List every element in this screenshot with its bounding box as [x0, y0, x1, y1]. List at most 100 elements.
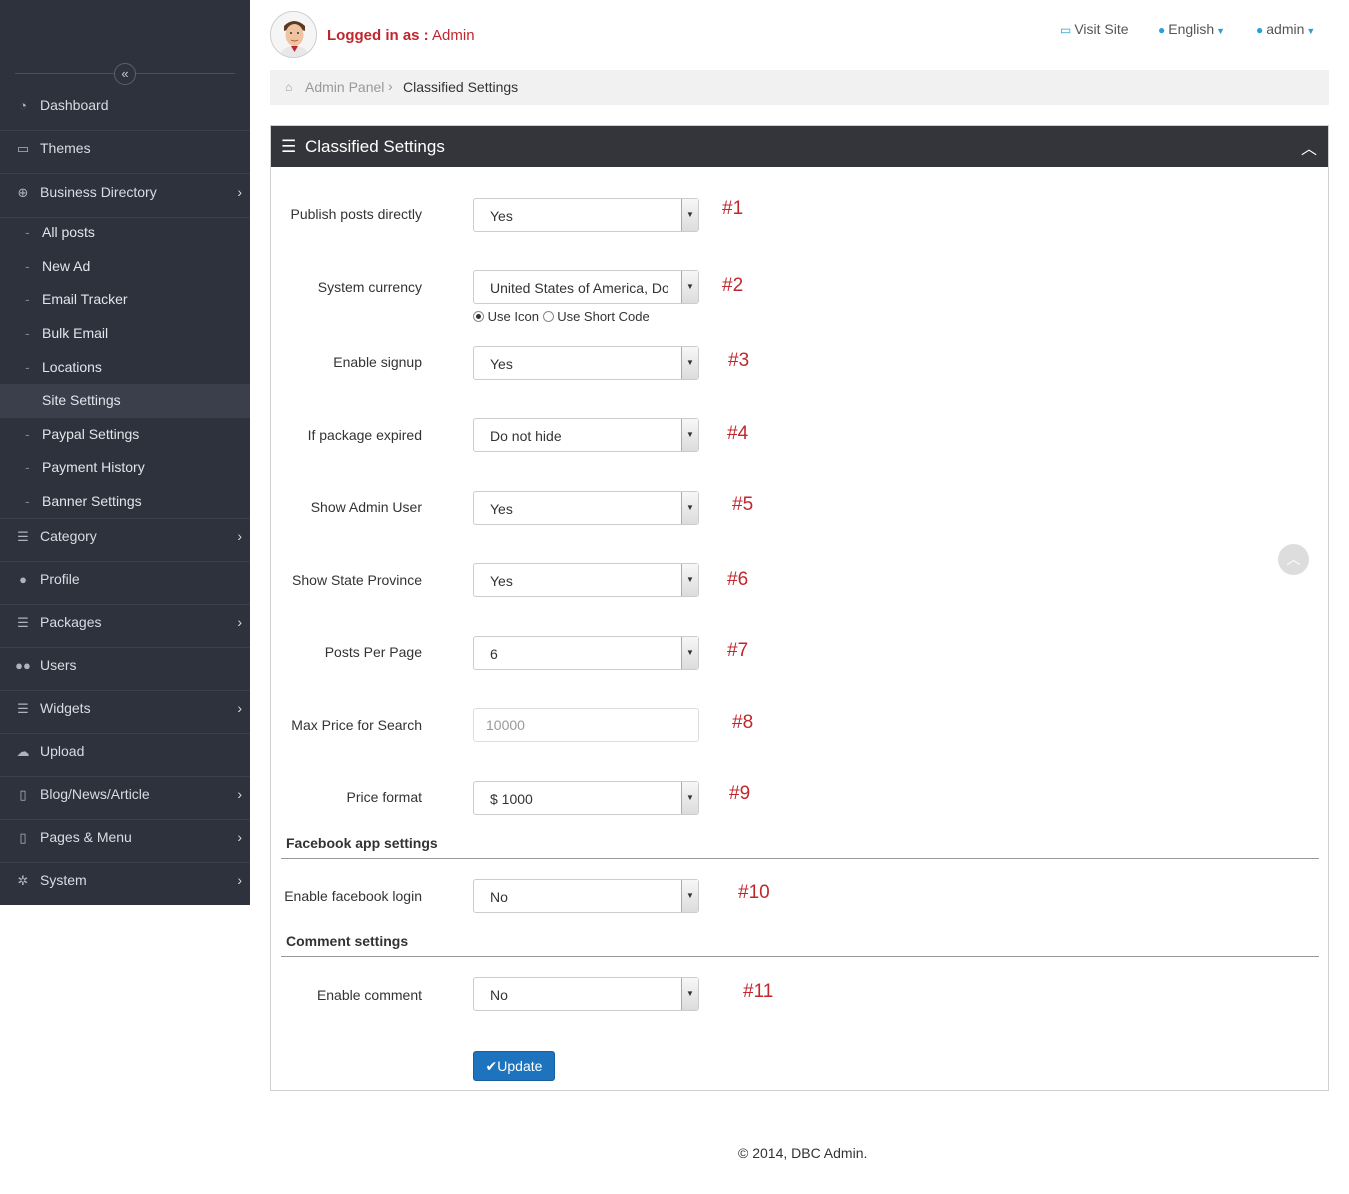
panel-title: Classified Settings [305, 137, 445, 156]
sidebar-item-packages[interactable]: ☰ Packages › [0, 614, 250, 648]
chevron-right-icon: › [237, 829, 242, 845]
section-divider [281, 858, 1319, 859]
price-format-label: Price format [346, 789, 422, 805]
enable-comment-label: Enable comment [316, 987, 422, 1003]
select-arrow-icon: ▼ [681, 637, 698, 669]
scroll-to-top-button[interactable]: ︿ [1278, 544, 1309, 575]
list-icon: ☰ [17, 615, 29, 630]
show-state-province-select[interactable]: Yes ▼ [473, 563, 699, 597]
chevron-right-icon: › [237, 614, 242, 630]
double-chevron-left-icon[interactable]: « [114, 63, 136, 85]
max-price-input[interactable]: 10000 [473, 708, 699, 742]
annotation-note: #11 [743, 981, 774, 1002]
sidebar-subitem-banner-settings[interactable]: - Banner Settings [0, 485, 250, 519]
cloud-upload-icon: ☁ [16, 744, 30, 759]
checkmark-icon: ✔ [485, 1058, 498, 1074]
sidebar-subitem-site-settings[interactable]: - Site Settings [0, 384, 250, 418]
sidebar-item-upload[interactable]: ☁ Upload [0, 743, 250, 777]
sidebar-item-category[interactable]: ☰ Category › [0, 528, 250, 562]
logged-in-label: Logged in as : Admin [327, 27, 475, 44]
breadcrumb-current: Classified Settings [403, 79, 519, 95]
sidebar-subitem-paypal-settings[interactable]: - Paypal Settings [0, 418, 250, 452]
annotation-note: #8 [732, 712, 754, 733]
facebook-section-title: Facebook app settings [286, 835, 438, 851]
panel-header: ☰ Classified Settings ︿ [271, 126, 1328, 167]
sidebar-item-widgets[interactable]: ☰ Widgets › [0, 700, 250, 734]
file-icon: ▯ [19, 830, 27, 845]
user-dropdown[interactable]: ● admin ▼ [1256, 21, 1315, 37]
annotation-note: #3 [728, 350, 750, 371]
sidebar-item-business-directory[interactable]: ⊕ Business Directory › [0, 184, 250, 218]
users-icon: ●● [15, 658, 31, 673]
system-currency-select[interactable]: United States of America, Dollars ▼ [473, 270, 699, 304]
home-icon: ⌂ [285, 80, 293, 94]
annotation-note: #2 [722, 275, 744, 296]
caret-down-icon: ▼ [1306, 26, 1316, 36]
select-arrow-icon: ▼ [681, 880, 698, 912]
show-admin-user-label: Show Admin User [310, 499, 422, 515]
sidebar-item-blog[interactable]: ▯ Blog/News/Article › [0, 786, 250, 820]
footer-copyright: © 2014, DBC Admin. [738, 1145, 868, 1161]
show-state-province-label: Show State Province [292, 572, 422, 588]
sidebar-subitem-payment-history[interactable]: - Payment History [0, 451, 250, 485]
sidebar-item-themes[interactable]: ▭ Themes [0, 140, 250, 174]
publish-posts-select[interactable]: Yes ▼ [473, 198, 699, 232]
sidebar-subitem-bulk-email[interactable]: - Bulk Email [0, 317, 250, 351]
select-arrow-icon: ▼ [681, 199, 698, 231]
chevron-right-icon: › [237, 528, 242, 544]
use-short-code-radio[interactable] [542, 311, 554, 322]
enable-comment-select[interactable]: No ▼ [473, 977, 699, 1011]
show-admin-user-select[interactable]: Yes ▼ [473, 491, 699, 525]
user-icon: ● [19, 572, 27, 587]
collapse-panel-icon[interactable]: ︿ [1301, 135, 1317, 159]
globe-icon: ● [1158, 23, 1166, 37]
update-button[interactable]: ✔Update [473, 1051, 555, 1081]
caret-down-icon: ▼ [1216, 26, 1226, 36]
price-format-select[interactable]: $ 1000 ▼ [473, 781, 699, 815]
facebook-login-select[interactable]: No ▼ [473, 879, 699, 913]
sidebar-separator [0, 604, 250, 605]
monitor-icon: ▭ [16, 141, 30, 156]
use-icon-radio[interactable] [473, 311, 484, 322]
visit-site-link[interactable]: ▭ Visit Site [1060, 21, 1129, 37]
annotation-note: #6 [727, 569, 749, 590]
chevron-right-icon: › [237, 872, 242, 888]
facebook-login-label: Enable facebook login [284, 888, 422, 904]
sidebar-separator [0, 819, 250, 820]
chevron-right-icon: › [237, 184, 242, 200]
annotation-note: #7 [727, 640, 749, 661]
package-expired-label: If package expired [307, 427, 422, 443]
max-price-label: Max Price for Search [291, 717, 422, 733]
list-icon: ☰ [17, 701, 29, 716]
language-dropdown[interactable]: ● English ▼ [1158, 21, 1225, 37]
posts-per-page-select[interactable]: 6 ▼ [473, 636, 699, 670]
sidebar-item-pages-menu[interactable]: ▯ Pages & Menu › [0, 829, 250, 863]
select-arrow-icon: ▼ [681, 492, 698, 524]
sidebar-separator [0, 690, 250, 691]
settings-panel: ☰ Classified Settings ︿ Publish posts di… [270, 125, 1329, 1091]
comment-section-title: Comment settings [286, 933, 409, 949]
sidebar-subitem-locations[interactable]: - Locations [0, 351, 250, 385]
sidebar-separator [0, 862, 250, 863]
enable-signup-select[interactable]: Yes ▼ [473, 346, 699, 380]
user-icon: ● [1256, 23, 1264, 37]
breadcrumb-admin-panel[interactable]: Admin Panel [305, 79, 384, 95]
sidebar-subitem-all-posts[interactable]: - All posts [0, 216, 250, 250]
sidebar-item-users[interactable]: ●● Users [0, 657, 250, 691]
laptop-icon: ▭ [1060, 23, 1072, 37]
chevron-right-icon: › [237, 786, 242, 802]
package-expired-select[interactable]: Do not hide ▼ [473, 418, 699, 452]
sidebar-item-system[interactable]: ✲ System › [0, 872, 250, 906]
select-arrow-icon: ▼ [681, 782, 698, 814]
publish-posts-label: Publish posts directly [290, 206, 422, 222]
sidebar-item-dashboard[interactable]: ◔ Dashboard [0, 97, 250, 131]
sidebar-separator [0, 173, 250, 174]
file-icon: ▯ [19, 787, 27, 802]
sidebar-subitem-new-ad[interactable]: - New Ad [0, 250, 250, 284]
select-arrow-icon: ▼ [681, 347, 698, 379]
breadcrumb: ⌂ Admin Panel › Classified Settings [270, 70, 1329, 105]
select-arrow-icon: ▼ [681, 271, 698, 303]
gear-icon: ✲ [17, 873, 29, 888]
sidebar-item-profile[interactable]: ● Profile [0, 571, 250, 605]
sidebar-subitem-email-tracker[interactable]: - Email Tracker [0, 283, 250, 317]
